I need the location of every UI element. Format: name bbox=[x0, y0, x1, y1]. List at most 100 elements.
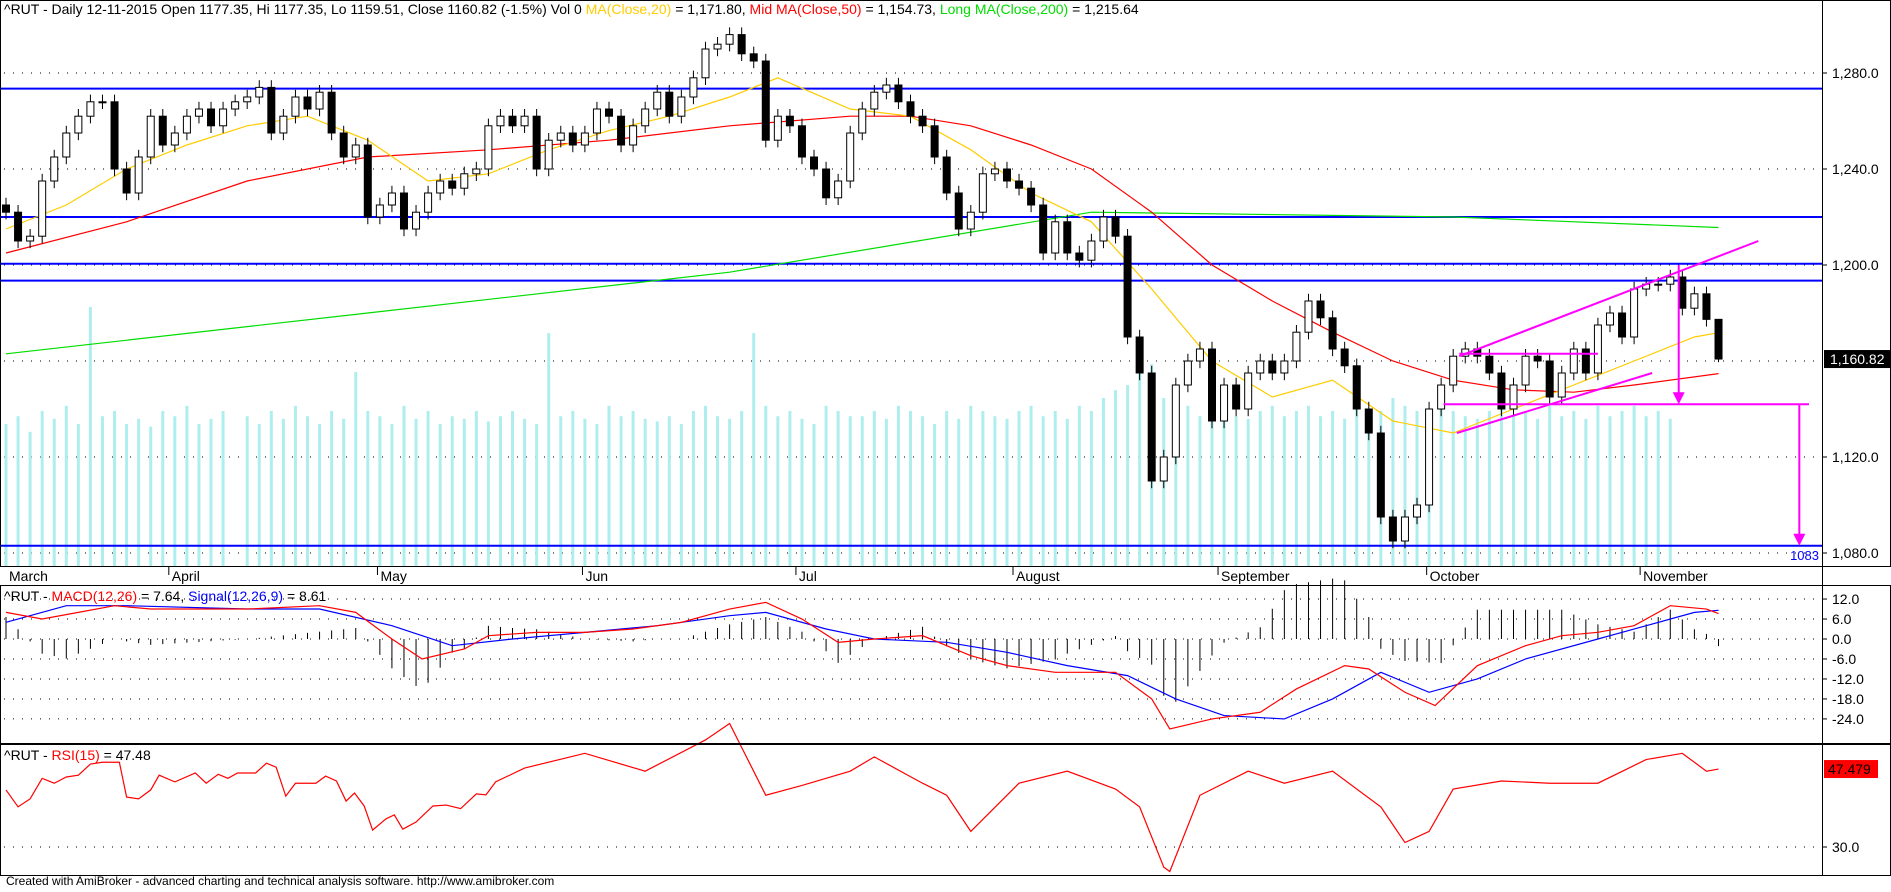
volume-bar bbox=[161, 411, 165, 567]
candle-down bbox=[906, 101, 915, 117]
candle-up bbox=[1159, 456, 1168, 482]
candle-up bbox=[1195, 348, 1204, 362]
volume-bar bbox=[1560, 416, 1564, 567]
volume-bar bbox=[269, 411, 273, 567]
last-price-label: 1,160.82 bbox=[1830, 351, 1885, 367]
macd-tick-label: -18.0 bbox=[1832, 691, 1864, 707]
volume-bar bbox=[667, 416, 671, 567]
ma20-value: = 1,171.80, bbox=[671, 1, 750, 17]
volume-bar bbox=[1596, 405, 1600, 567]
candle-down bbox=[918, 115, 927, 127]
volume-bar bbox=[1644, 416, 1648, 567]
candle-up bbox=[1292, 331, 1301, 362]
ma50-label: Mid MA(Close,50) bbox=[749, 1, 862, 17]
candle-down bbox=[1039, 204, 1048, 254]
volume-bar bbox=[1210, 411, 1214, 567]
candle-up bbox=[520, 115, 529, 127]
candle-up bbox=[592, 108, 601, 134]
price-tick-label: 1,080.0 bbox=[1832, 545, 1879, 561]
volume-bar bbox=[511, 411, 515, 567]
candle-up bbox=[629, 125, 638, 146]
volume-bar bbox=[1331, 411, 1335, 567]
volume-bar bbox=[1572, 411, 1576, 567]
candle-up bbox=[1437, 384, 1446, 410]
candle-down bbox=[448, 180, 457, 189]
volume-bar bbox=[1620, 411, 1624, 567]
candle-up bbox=[641, 108, 650, 127]
volume-bar bbox=[1029, 405, 1033, 567]
volume-bar bbox=[764, 405, 768, 567]
month-label: April bbox=[172, 568, 200, 584]
candle-up bbox=[870, 91, 879, 110]
volume-bar bbox=[100, 416, 104, 567]
volume-bar bbox=[559, 416, 563, 567]
volume-bar bbox=[293, 405, 297, 567]
volume-bar bbox=[1198, 416, 1202, 567]
volume-bar bbox=[921, 416, 925, 567]
volume-bar bbox=[1065, 418, 1069, 567]
rsi-value: = 47.48 bbox=[99, 747, 151, 763]
candle-down bbox=[1678, 276, 1687, 309]
candle-down bbox=[1135, 336, 1144, 374]
candle-down bbox=[1232, 384, 1241, 410]
volume-bar bbox=[945, 411, 949, 567]
candle-down bbox=[1316, 300, 1325, 319]
candle-up bbox=[834, 180, 843, 199]
volume-bar bbox=[1499, 405, 1503, 567]
candle-down bbox=[1581, 348, 1590, 374]
volume-bar bbox=[281, 418, 285, 567]
candle-up bbox=[436, 180, 445, 194]
candle-up bbox=[74, 115, 83, 134]
rsi-tick-label: 30.0 bbox=[1832, 839, 1859, 855]
footer-credit: Created with AmiBroker - advanced charti… bbox=[6, 874, 555, 888]
volume-bar bbox=[571, 411, 575, 567]
candle-up bbox=[375, 204, 384, 218]
candle-up bbox=[1605, 312, 1614, 326]
candle-up bbox=[580, 132, 589, 146]
volume-bar bbox=[306, 416, 309, 567]
macd-value: = 7.64, bbox=[137, 588, 189, 604]
volume-bar bbox=[1584, 418, 1588, 567]
volume-bar bbox=[836, 411, 840, 567]
candle-up bbox=[1183, 360, 1192, 386]
volume-bar bbox=[1451, 411, 1455, 567]
volume-bar bbox=[848, 416, 852, 567]
candle-up bbox=[62, 132, 71, 158]
volume-bar bbox=[607, 405, 611, 567]
candle-up bbox=[1593, 324, 1602, 374]
candle-down bbox=[1075, 252, 1084, 261]
volume-bar bbox=[800, 418, 804, 567]
candle-up bbox=[1256, 360, 1265, 374]
volume-bar bbox=[1343, 418, 1347, 567]
candle-down bbox=[737, 34, 746, 55]
candle-down bbox=[1268, 360, 1277, 374]
candle-down bbox=[363, 144, 372, 218]
rsi-pane-header: ^RUT - RSI(15) = 47.48 bbox=[4, 747, 151, 763]
volume-bar bbox=[1524, 411, 1528, 567]
candle-down bbox=[894, 84, 903, 103]
candle-up bbox=[1051, 221, 1060, 254]
candle-down bbox=[339, 132, 348, 158]
volume-bar bbox=[366, 411, 370, 567]
rsi-last-label: 47.479 bbox=[1828, 761, 1871, 777]
macd-tick-label: -24.0 bbox=[1832, 711, 1864, 727]
volume-bar bbox=[185, 405, 189, 567]
candle-down bbox=[1208, 348, 1216, 422]
candle-down bbox=[1364, 408, 1373, 434]
volume-bar bbox=[1005, 418, 1009, 567]
candle-down bbox=[303, 96, 312, 110]
month-label: May bbox=[380, 568, 406, 584]
macd-symbol: ^RUT - bbox=[4, 588, 52, 604]
volume-bar bbox=[1053, 411, 1057, 567]
candle-down bbox=[2, 204, 10, 213]
candle-up bbox=[1449, 355, 1458, 386]
macd-tick-label: 6.0 bbox=[1832, 611, 1852, 627]
candle-up bbox=[556, 132, 565, 141]
volume-bar bbox=[330, 411, 334, 567]
volume-bar bbox=[40, 411, 44, 567]
level-label: 1083 bbox=[1790, 548, 1819, 563]
volume-bar bbox=[1017, 411, 1021, 567]
volume-bar bbox=[860, 416, 864, 567]
candle-up bbox=[882, 84, 891, 93]
candle-down bbox=[1714, 318, 1723, 360]
